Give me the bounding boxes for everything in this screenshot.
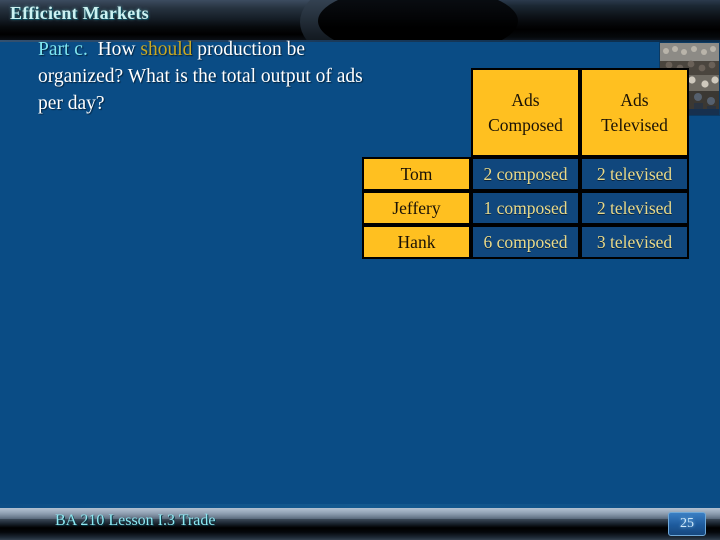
column-header-ads-composed: Ads Composed [471, 68, 580, 157]
bullet-paragraph: Part c. How should production be organiz… [38, 36, 388, 117]
cell-hank-televised: 3 televised [580, 225, 689, 259]
footer-label: BA 210 Lesson I.3 Trade [55, 512, 216, 529]
row-label-tom: Tom [362, 157, 471, 191]
cell-tom-composed: 2 composed [471, 157, 580, 191]
row-label-jeffery: Jeffery [362, 191, 471, 225]
production-table: Ads Composed Ads Televised Tom 2 compose… [362, 68, 689, 259]
bullet-part-label: Part c. [38, 39, 88, 60]
table-corner-cell [362, 68, 471, 157]
cell-tom-televised: 2 televised [580, 157, 689, 191]
cell-hank-composed: 6 composed [471, 225, 580, 259]
cell-jeffery-composed: 1 composed [471, 191, 580, 225]
slide-title: Efficient Markets [10, 3, 149, 23]
slide: Efficient Markets Part c. How should pro… [0, 0, 720, 540]
table-header-row: Ads Composed Ads Televised [362, 68, 689, 157]
column-header-ads-composed-line2: Composed [488, 114, 563, 135]
bullet-emphasis-should: should [140, 39, 193, 60]
bullet-text-before: How [97, 39, 136, 60]
table-row: Jeffery 1 composed 2 televised [362, 191, 689, 225]
column-header-ads-televised: Ads Televised [580, 68, 689, 157]
page-number-badge: 25 [668, 512, 706, 536]
row-label-hank: Hank [362, 225, 471, 259]
column-header-ads-televised-line2: Televised [601, 114, 668, 135]
cell-jeffery-televised: 2 televised [580, 191, 689, 225]
table-row: Tom 2 composed 2 televised [362, 157, 689, 191]
column-header-ads-televised-line1: Ads [620, 89, 649, 110]
column-header-ads-composed-line1: Ads [511, 89, 540, 110]
table-row: Hank 6 composed 3 televised [362, 225, 689, 259]
production-table-element: Ads Composed Ads Televised Tom 2 compose… [362, 68, 689, 259]
bullet-spacer [88, 39, 98, 60]
